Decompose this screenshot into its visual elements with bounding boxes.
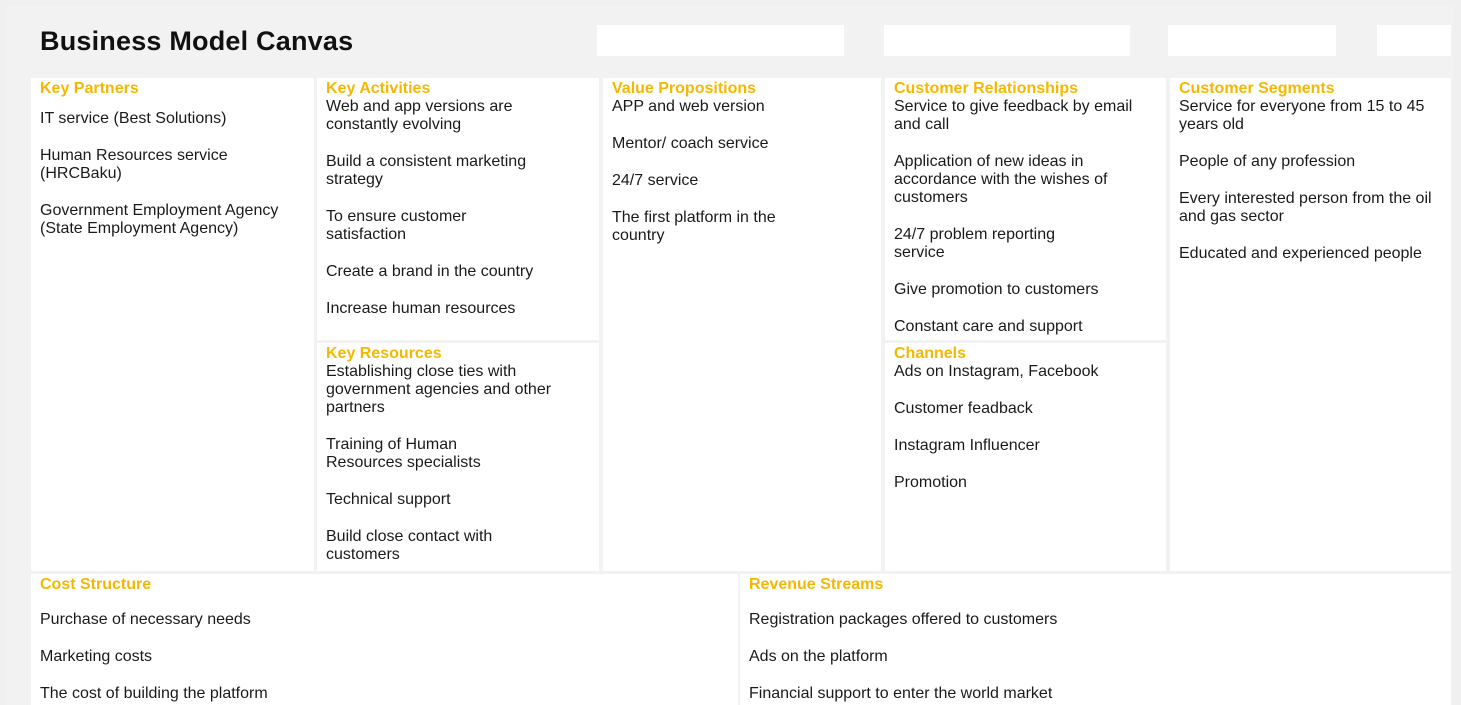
customer-relationships-item: Service to give feedback by email and ca… [894, 98, 1133, 133]
value-propositions-heading: Value Propositions [612, 80, 757, 97]
customer-relationships-item: Constant care and support [894, 318, 1083, 335]
page-title: Business Model Canvas [40, 26, 354, 56]
channels-item: Promotion [894, 474, 967, 491]
revenue-streams-item: Registration packages offered to custome… [749, 611, 1058, 628]
customer-segments-item: Every interested person from the oil and… [1179, 190, 1432, 225]
key-resources-heading: Key Resources [326, 345, 442, 362]
channels-heading: Channels [894, 345, 967, 362]
key-partners-block: Key Partners IT service (Best Solutions)… [31, 78, 314, 571]
revenue-streams-item: Financial support to enter the world mar… [749, 685, 1053, 702]
header-field-2 [884, 25, 1130, 56]
customer-relationships-item: Application of new ideas in accordance w… [894, 153, 1108, 206]
channels-item: Instagram Influencer [894, 437, 1040, 454]
channels-item: Customer feadback [894, 400, 1033, 417]
header-field-1 [597, 25, 844, 56]
customer-segments-heading: Customer Segments [1179, 80, 1335, 97]
key-activities-item: To ensure customer satisfaction [326, 208, 467, 243]
cost-structure-item: The cost of building the platform [40, 685, 268, 702]
key-activities-item: Create a brand in the country [326, 263, 534, 280]
cost-structure-heading: Cost Structure [40, 576, 152, 593]
key-partners-item: Human Resources service (HRCBaku) [40, 147, 228, 182]
header-field-3 [1168, 25, 1336, 56]
key-partners-item: Government Employment Agency (State Empl… [40, 202, 279, 237]
value-propositions-item: APP and web version [612, 98, 765, 115]
value-propositions-block: Value Propositions APP and web version M… [603, 78, 881, 571]
cost-structure-block: Cost Structure Purchase of necessary nee… [31, 574, 738, 705]
key-partners-item: IT service (Best Solutions) [40, 110, 227, 127]
revenue-streams-item: Ads on the platform [749, 648, 888, 665]
value-propositions-item: 24/7 service [612, 172, 699, 189]
cost-structure-item: Purchase of necessary needs [40, 611, 251, 628]
customer-segments-item: People of any profession [1179, 153, 1356, 170]
customer-segments-item: Educated and experienced people [1179, 245, 1422, 262]
channels-item: Ads on Instagram, Facebook [894, 363, 1099, 380]
customer-relationships-block: Customer Relationships Service to give f… [885, 78, 1166, 340]
key-resources-block: Key Resources Establishing close ties wi… [317, 343, 599, 571]
revenue-streams-heading: Revenue Streams [749, 576, 884, 593]
key-activities-heading: Key Activities [326, 80, 431, 97]
key-partners-heading: Key Partners [40, 80, 139, 97]
key-activities-item: Increase human resources [326, 300, 516, 317]
value-propositions-item: The first platform in the country [612, 209, 776, 244]
channels-block: Channels Ads on Instagram, Facebook Cust… [885, 343, 1166, 571]
customer-segments-item: Service for everyone from 15 to 45 years… [1179, 98, 1425, 133]
key-activities-item: Web and app versions are constantly evol… [326, 98, 513, 133]
value-propositions-item: Mentor/ coach service [612, 135, 769, 152]
key-resources-item: Technical support [326, 491, 451, 508]
cost-structure-item: Marketing costs [40, 648, 153, 665]
key-resources-item: Build close contact with customers [326, 528, 493, 563]
customer-segments-block: Customer Segments Service for everyone f… [1170, 78, 1451, 571]
revenue-streams-block: Revenue Streams Registration packages of… [740, 574, 1451, 705]
customer-relationships-item: Give promotion to customers [894, 281, 1099, 298]
customer-relationships-item: 24/7 problem reporting service [894, 226, 1055, 261]
key-resources-item: Establishing close ties with government … [326, 363, 552, 416]
header-field-4 [1377, 25, 1451, 56]
customer-relationships-heading: Customer Relationships [894, 80, 1079, 97]
key-resources-item: Training of Human Resources specialists [326, 436, 481, 471]
key-activities-item: Build a consistent marketing strategy [326, 153, 527, 188]
key-activities-block: Key Activities Web and app versions are … [317, 78, 599, 340]
